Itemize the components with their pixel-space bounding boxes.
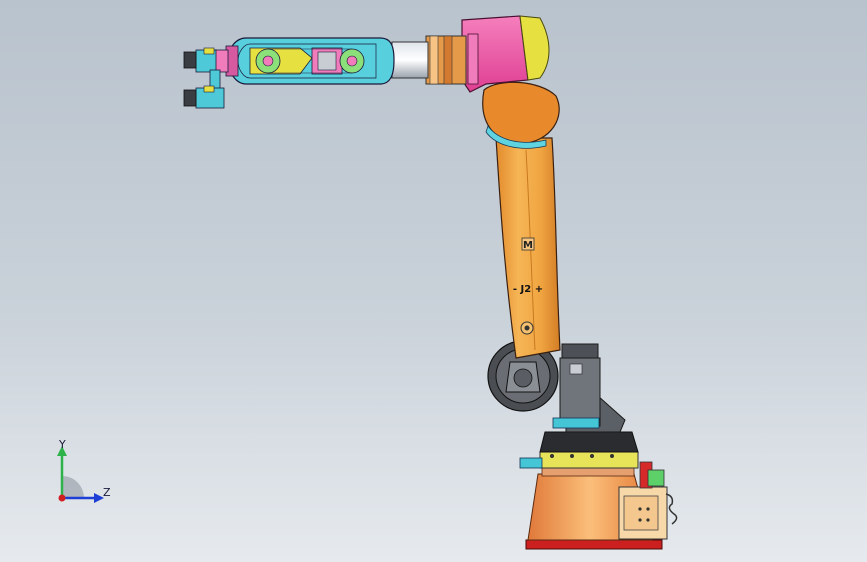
j3-flange [467, 33, 479, 85]
base-flange [541, 467, 635, 477]
motor-label [569, 363, 583, 375]
junction-box-cover [623, 495, 659, 531]
gripper-bottom-finger [183, 89, 197, 107]
arm-lifting-eye-hole [524, 325, 530, 331]
wrist-assembly[interactable] [213, 37, 395, 85]
z-axis-label: Z [103, 486, 111, 499]
forearm-tube [391, 41, 429, 79]
cad-viewport[interactable]: M - J2 + Y Z [0, 0, 867, 562]
j2-direction-label: - J2 + [513, 284, 543, 295]
x-axis-dot [58, 494, 66, 502]
lower-arm[interactable]: M - J2 + [495, 137, 561, 359]
view-orientation-triad[interactable]: Y Z [50, 438, 120, 510]
forearm[interactable] [391, 35, 467, 85]
arm-head[interactable] [461, 15, 550, 93]
robot-base[interactable] [519, 431, 678, 550]
gripper-bottom-valve [203, 85, 215, 93]
gripper-top-valve [203, 47, 215, 55]
wrist-gear-right-hub [346, 55, 358, 67]
cable-loop [665, 493, 678, 525]
j2-drive[interactable] [487, 340, 626, 433]
y-axis-label: Y [59, 438, 66, 451]
forearm-collar-ring-2 [443, 35, 453, 85]
j2-motor-cap [561, 343, 599, 359]
arm-marker: M [523, 240, 533, 251]
turntable-housing [539, 431, 639, 453]
triad-plane [62, 476, 84, 498]
wrist-gear-left-hub [262, 55, 274, 67]
wrist-motor-face [317, 51, 337, 71]
gripper-top-finger [183, 51, 197, 69]
j2-hub-center [513, 368, 533, 388]
turntable-ring [539, 451, 639, 469]
robot-arm-model[interactable]: M - J2 + [0, 0, 867, 562]
base-plate [525, 539, 663, 550]
turntable-cable-port [519, 457, 543, 469]
connector-green [647, 469, 665, 487]
motor-coupling [552, 417, 600, 429]
forearm-collar-ring [429, 35, 439, 85]
